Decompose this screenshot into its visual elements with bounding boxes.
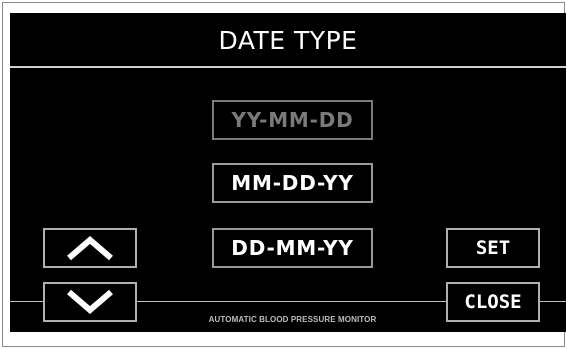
close-button[interactable]: CLOSE xyxy=(446,282,540,322)
date-option-dd-mm-yy[interactable]: DD-MM-YY xyxy=(212,228,373,268)
title-divider xyxy=(10,66,566,68)
monitor-screen: DATE TYPE YY-MM-DD MM-DD-YY DD-MM-YY SET… xyxy=(10,13,566,332)
set-button[interactable]: SET xyxy=(446,228,540,268)
scroll-up-button[interactable] xyxy=(43,228,137,268)
date-option-mm-dd-yy[interactable]: MM-DD-YY xyxy=(212,163,373,203)
chevron-up-icon xyxy=(67,236,113,261)
chevron-down-icon xyxy=(67,289,113,314)
date-option-yy-mm-dd[interactable]: YY-MM-DD xyxy=(212,100,373,140)
device-name-label: AUTOMATIC BLOOD PRESSURE MONITOR xyxy=(208,315,377,324)
page-title: DATE TYPE xyxy=(218,26,358,55)
scroll-down-button[interactable] xyxy=(43,282,137,322)
